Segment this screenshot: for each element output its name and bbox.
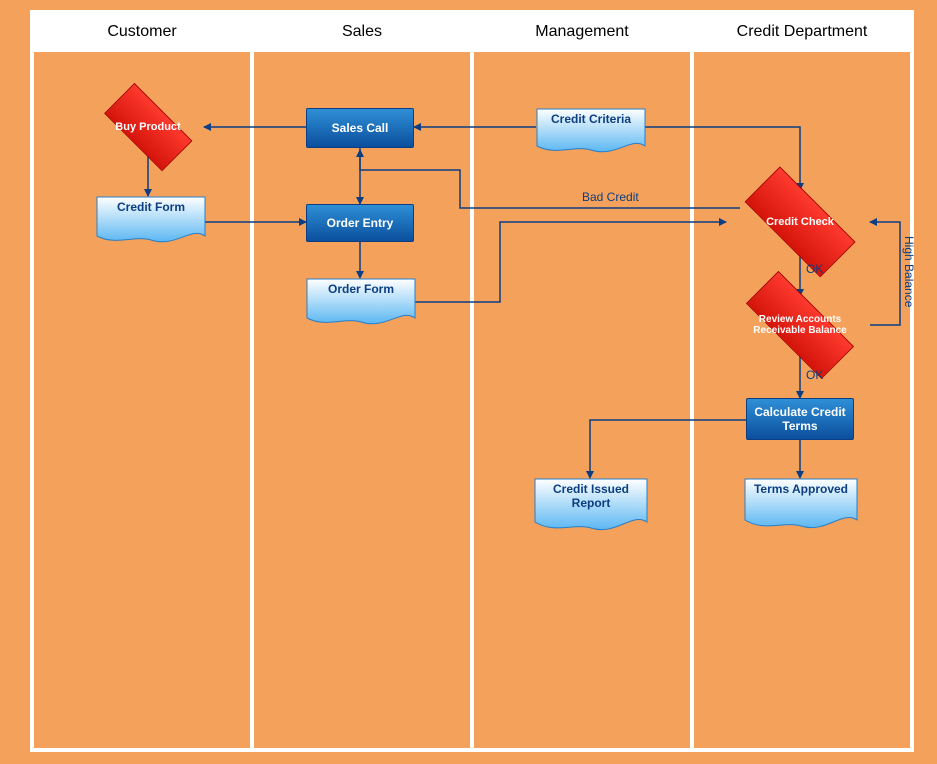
edge-label-bad-credit: Bad Credit: [582, 190, 639, 204]
lane-credit: Credit Department: [692, 12, 912, 750]
decision-review-accounts: Review Accounts Receivable Balance: [726, 294, 874, 356]
document-credit-issued-report: Credit Issued Report: [534, 478, 648, 534]
lane-header-credit: Credit Department: [694, 14, 910, 52]
document-credit-form-label: Credit Form: [96, 200, 206, 214]
document-order-form-label: Order Form: [306, 282, 416, 296]
document-credit-issued-report-label: Credit Issued Report: [534, 482, 648, 511]
edge-label-ok-2: OK: [806, 368, 823, 382]
document-credit-form: Credit Form: [96, 196, 206, 246]
process-calculate-terms: Calculate Credit Terms: [746, 398, 854, 440]
edge-label-high-balance: High Balance: [902, 236, 916, 307]
swimlane-diagram: Customer Sales Management Credit Departm…: [0, 0, 937, 764]
document-terms-approved: Terms Approved: [744, 478, 858, 530]
edge-label-ok-1: OK: [806, 262, 823, 276]
decision-credit-check: Credit Check: [726, 188, 874, 256]
lane-header-customer: Customer: [34, 14, 250, 52]
document-credit-criteria: Credit Criteria: [536, 108, 646, 156]
lane-header-management: Management: [474, 14, 690, 52]
decision-buy-product-label: Buy Product: [92, 98, 204, 156]
lane-header-sales: Sales: [254, 14, 470, 52]
document-order-form: Order Form: [306, 278, 416, 328]
decision-review-accounts-label: Review Accounts Receivable Balance: [726, 294, 874, 356]
decision-credit-check-label: Credit Check: [726, 188, 874, 256]
document-terms-approved-label: Terms Approved: [744, 482, 858, 496]
process-order-entry: Order Entry: [306, 204, 414, 242]
document-credit-criteria-label: Credit Criteria: [536, 112, 646, 126]
process-sales-call: Sales Call: [306, 108, 414, 148]
decision-buy-product: Buy Product: [92, 98, 204, 156]
